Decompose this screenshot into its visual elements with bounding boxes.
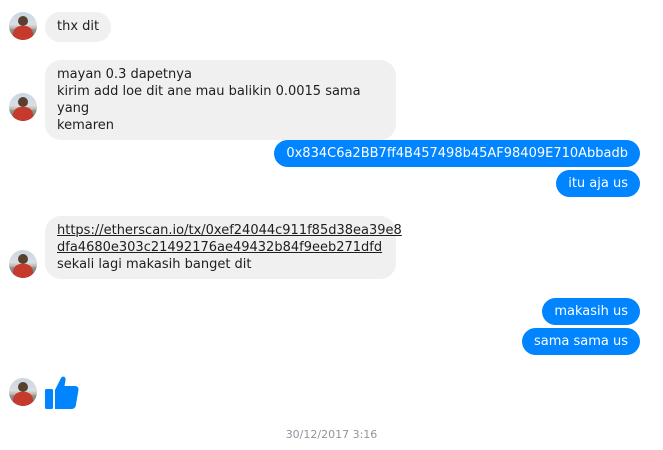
incoming-message: https://etherscan.io/tx/0xef24044c911f85… — [45, 216, 402, 279]
outgoing-message: itu aja us — [556, 170, 640, 197]
message-text: itu aja us — [568, 176, 628, 191]
message-text: 0x834C6a2BB7ff4B457498b45AF98409E710Abba… — [286, 146, 628, 161]
contact-avatar[interactable] — [9, 250, 37, 278]
incoming-message: mayan 0.3 dapetnya kirim add loe dit ane… — [45, 60, 396, 140]
message-text: kirim add loe dit ane mau balikin 0.0015… — [57, 84, 361, 116]
message-text: makasih us — [554, 304, 628, 319]
contact-avatar[interactable] — [9, 378, 37, 406]
message-text: mayan 0.3 dapetnya — [57, 67, 192, 82]
outgoing-message: 0x834C6a2BB7ff4B457498b45AF98409E710Abba… — [274, 140, 640, 167]
contact-avatar[interactable] — [9, 93, 37, 121]
message-text: kemaren — [57, 118, 114, 133]
message-text: sama sama us — [533, 334, 628, 349]
contact-avatar[interactable] — [9, 12, 37, 40]
outgoing-message: makasih us — [542, 298, 640, 325]
etherscan-link[interactable]: dfa4680e303c21492176ae49432b84f9eeb271df… — [57, 239, 384, 256]
etherscan-link[interactable]: https://etherscan.io/tx/0xef24044c911f85… — [57, 222, 402, 239]
message-text: thx dit — [57, 19, 100, 34]
conversation-timestamp: 30/12/2017 3:16 — [285, 428, 378, 441]
message-text: sekali lagi makasih banget dit — [57, 257, 252, 272]
incoming-message: thx dit — [45, 12, 112, 42]
outgoing-message: sama sama us — [521, 328, 640, 355]
thumbs-up-icon — [45, 376, 79, 409]
